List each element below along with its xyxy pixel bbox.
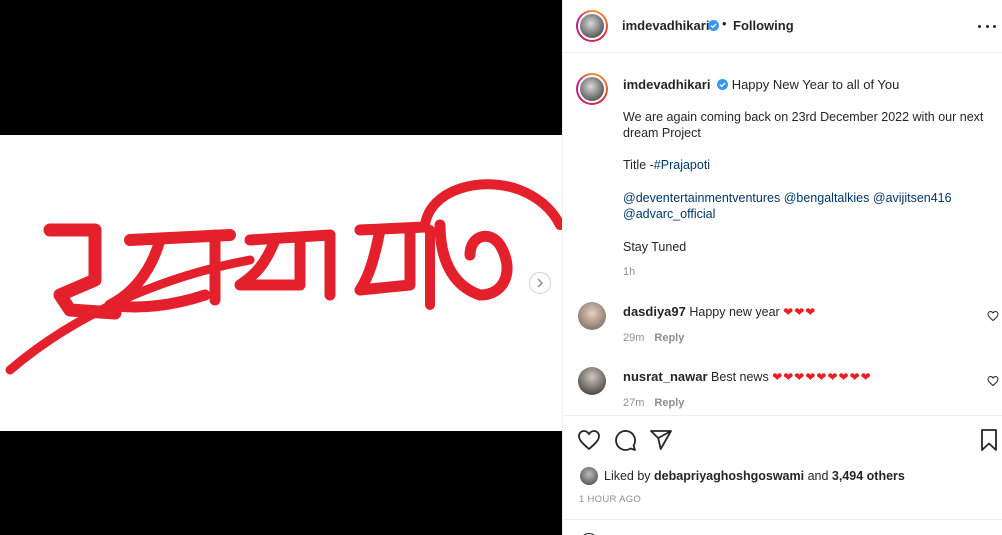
post-age: 1 HOUR AGO: [579, 494, 642, 505]
liked-by-others[interactable]: 3,494 others: [832, 469, 905, 483]
caption-title-prefix: Title -: [623, 158, 654, 172]
comment-meta: 27m Reply: [623, 397, 684, 409]
comment-body: Best news: [711, 370, 769, 384]
comment-username[interactable]: nusrat_nawar: [623, 369, 708, 384]
liked-by-avatar[interactable]: [580, 467, 598, 485]
mention-link[interactable]: @avijitsen416: [873, 191, 952, 205]
liked-by-and: and: [807, 469, 829, 483]
share-icon[interactable]: [649, 428, 673, 452]
post-media: [0, 0, 562, 535]
caption-avatar[interactable]: [576, 73, 608, 105]
prajapoti-logo: [5, 179, 562, 375]
caption-line: We are again coming back on 23rd Decembe…: [623, 110, 984, 140]
caption-mentions: @deventertainmentventures @bengaltalkies…: [623, 190, 993, 222]
hashtag-link[interactable]: #Prajapoti: [654, 158, 710, 172]
comment-body: Happy new year: [689, 305, 780, 319]
comment-like-icon[interactable]: [987, 310, 999, 322]
post-header: imdevadhikari • Following: [563, 0, 1002, 53]
post-panel: imdevadhikari • Following imdevadhikari …: [562, 0, 1002, 535]
next-slide-button[interactable]: [529, 272, 551, 294]
comment-text: nusrat_nawar Best news ❤❤❤❤❤❤❤❤❤: [623, 369, 872, 384]
caption-title: Happy New Year to all of You: [731, 77, 900, 92]
header-separator: •: [722, 16, 727, 31]
comment-time: 27m: [623, 397, 645, 409]
following-button[interactable]: Following: [733, 18, 794, 33]
verified-badge-icon: [717, 79, 729, 90]
heart-emojis: ❤❤❤: [783, 305, 817, 319]
comment-avatar[interactable]: [578, 302, 606, 330]
add-comment-bar: [563, 519, 1002, 535]
comment-icon[interactable]: [613, 428, 637, 452]
caption-title-line: Title -#Prajapoti: [623, 157, 993, 173]
liked-by-prefix: Liked by: [604, 469, 651, 483]
comment-time: 29m: [623, 332, 645, 344]
mention-link[interactable]: @bengaltalkies: [784, 191, 870, 205]
comment-username[interactable]: dasdiya97: [623, 304, 686, 319]
more-options-icon[interactable]: [978, 18, 996, 34]
comments-section: imdevadhikari Happy New Year to all of Y…: [563, 53, 1002, 415]
bookmark-icon[interactable]: [977, 428, 1001, 452]
liked-by-text: Liked by debapriyaghoshgoswami and 3,494…: [604, 469, 905, 483]
comment-meta: 29m Reply: [623, 332, 684, 344]
heart-icon[interactable]: [577, 428, 601, 452]
chevron-right-icon: [537, 278, 544, 288]
mention-link[interactable]: @deventertainmentventures: [623, 191, 780, 205]
caption-username[interactable]: imdevadhikari: [623, 77, 710, 92]
post-actions: Liked by debapriyaghoshgoswami and 3,494…: [563, 415, 1002, 535]
reply-button[interactable]: Reply: [654, 397, 684, 409]
caption-signoff: Stay Tuned: [623, 240, 687, 254]
caption-time: 1h: [623, 266, 636, 278]
post-image[interactable]: [0, 135, 562, 431]
comment-text: dasdiya97 Happy new year ❤❤❤: [623, 304, 816, 319]
comment-like-icon[interactable]: [987, 375, 999, 387]
mention-link[interactable]: @advarc_official: [623, 207, 715, 221]
verified-badge-icon: [708, 20, 719, 31]
heart-emojis: ❤❤❤❤❤❤❤❤❤: [772, 370, 872, 384]
reply-button[interactable]: Reply: [654, 332, 684, 344]
liked-by-user[interactable]: debapriyaghoshgoswami: [654, 469, 804, 483]
comment-item: dasdiya97 Happy new year ❤❤❤ 29m Reply: [563, 293, 1002, 353]
comment-avatar[interactable]: [578, 367, 606, 395]
caption-head: imdevadhikari Happy New Year to all of Y…: [623, 77, 899, 92]
author-username[interactable]: imdevadhikari: [622, 18, 709, 33]
author-avatar[interactable]: [576, 10, 608, 42]
comment-item: nusrat_nawar Best news ❤❤❤❤❤❤❤❤❤ 27m Repl…: [563, 358, 1002, 415]
